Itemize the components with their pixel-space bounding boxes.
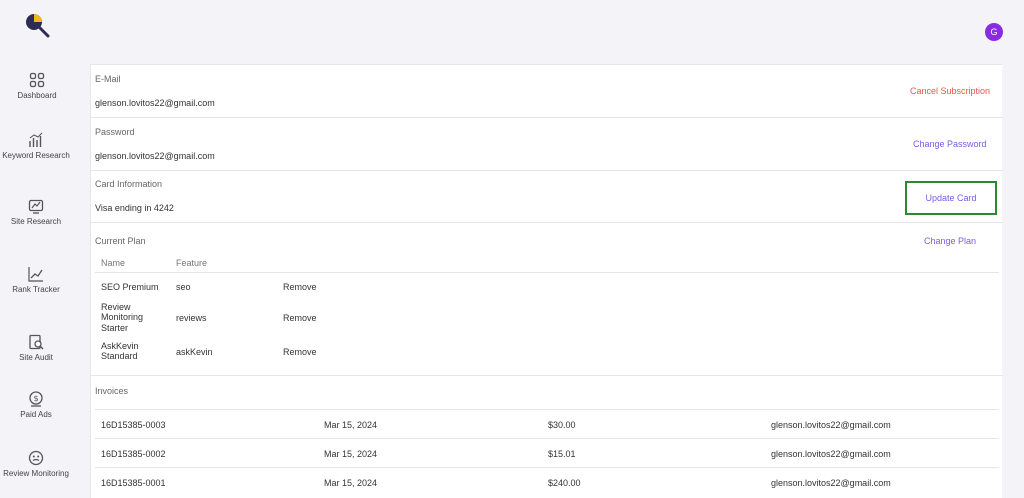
update-card-highlight: Update Card [905,181,997,215]
invoice-email: glenson.lovitos22@gmail.com [771,449,891,459]
sidebar: Dashboard Keyword Research Site Research… [0,0,80,498]
invoice-date: Mar 15, 2024 [324,449,378,459]
remove-plan-button[interactable]: Remove [283,347,317,357]
card-label: Card Information [95,179,163,189]
password-label: Password [95,127,135,137]
svg-text:$: $ [33,394,38,403]
dashboard-icon [29,72,45,88]
invoice-row: 16D15385-0003 Mar 15, 2024 $30.00 glenso… [95,409,999,438]
plan-name: AskKevin Standard [101,341,139,362]
account-panel: E-Mail glenson.lovitos22@gmail.com Cance… [90,64,1003,498]
password-value: glenson.lovitos22@gmail.com [95,151,215,161]
sidebar-item-label: Dashboard [17,91,57,100]
invoice-amount: $30.00 [548,420,576,430]
plan-column-name: Name [101,258,126,268]
logo-magnifier-icon[interactable] [24,12,50,38]
email-label: E-Mail [95,74,121,84]
invoice-row: 16D15385-0001 Mar 15, 2024 $240.00 glens… [95,467,999,496]
sidebar-item-label: Rank Tracker [12,285,60,294]
plan-feature: seo [176,282,191,292]
rank-tracker-icon [28,267,43,282]
site-research-icon [28,199,44,214]
sidebar-item-site-audit[interactable]: Site Audit [0,334,72,362]
paid-ads-icon: $ [29,391,43,407]
sidebar-item-label: Keyword Research [2,151,70,160]
email-value: glenson.lovitos22@gmail.com [95,98,215,108]
cancel-subscription-link[interactable]: Cancel Subscription [910,86,990,96]
keyword-chart-icon [29,132,43,147]
plan-row: Review Monitoring Starter reviews Remove [95,302,999,337]
remove-plan-button[interactable]: Remove [283,282,317,292]
plan-feature: reviews [176,313,207,323]
invoice-email: glenson.lovitos22@gmail.com [771,478,891,488]
plan-name: Review Monitoring Starter [101,302,144,333]
sidebar-item-rank-tracker[interactable]: Rank Tracker [0,266,72,294]
invoices-label: Invoices [95,386,129,396]
invoice-row: 16D15385-0002 Mar 15, 2024 $15.01 glenso… [95,438,999,467]
card-value: Visa ending in 4242 [95,203,174,213]
invoice-date: Mar 15, 2024 [324,478,378,488]
site-audit-icon [29,334,44,350]
change-plan-link[interactable]: Change Plan [924,236,976,246]
update-card-button[interactable]: Update Card [925,193,976,203]
plan-row: SEO Premium seo Remove [95,272,999,302]
sidebar-item-label: Site Audit [19,353,53,362]
invoice-amount: $15.01 [548,449,576,459]
plan-feature: askKevin [176,347,213,357]
invoice-amount: $240.00 [548,478,581,488]
card-section: Card Information Visa ending in 4242 [91,171,1003,223]
email-section: E-Mail glenson.lovitos22@gmail.com Cance… [91,65,1003,118]
avatar[interactable]: G [985,23,1003,41]
plan-label: Current Plan [95,236,146,246]
invoice-id: 16D15385-0001 [101,478,166,488]
plan-row: AskKevin Standard askKevin Remove [95,341,999,371]
invoice-id: 16D15385-0003 [101,420,166,430]
password-section: Password glenson.lovitos22@gmail.com Cha… [91,118,1003,171]
invoice-date: Mar 15, 2024 [324,420,378,430]
sidebar-item-keyword-research[interactable]: Keyword Research [0,132,72,160]
sidebar-item-paid-ads[interactable]: $ Paid Ads [0,391,72,419]
sidebar-item-label: Paid Ads [20,410,52,419]
plan-column-feature: Feature [176,258,208,268]
sidebar-item-label: Site Research [10,217,62,226]
invoice-email: glenson.lovitos22@gmail.com [771,420,891,430]
invoice-id: 16D15385-0002 [101,449,166,459]
sidebar-item-review-monitoring[interactable]: Review Monitoring [0,450,72,478]
remove-plan-button[interactable]: Remove [283,313,317,323]
sidebar-item-site-research[interactable]: Site Research [0,198,72,226]
review-monitoring-icon [28,450,44,466]
change-password-link[interactable]: Change Password [913,139,987,149]
plan-name: SEO Premium [101,282,159,292]
sidebar-item-dashboard[interactable]: Dashboard [0,72,74,100]
sidebar-item-label: Review Monitoring [3,469,69,478]
